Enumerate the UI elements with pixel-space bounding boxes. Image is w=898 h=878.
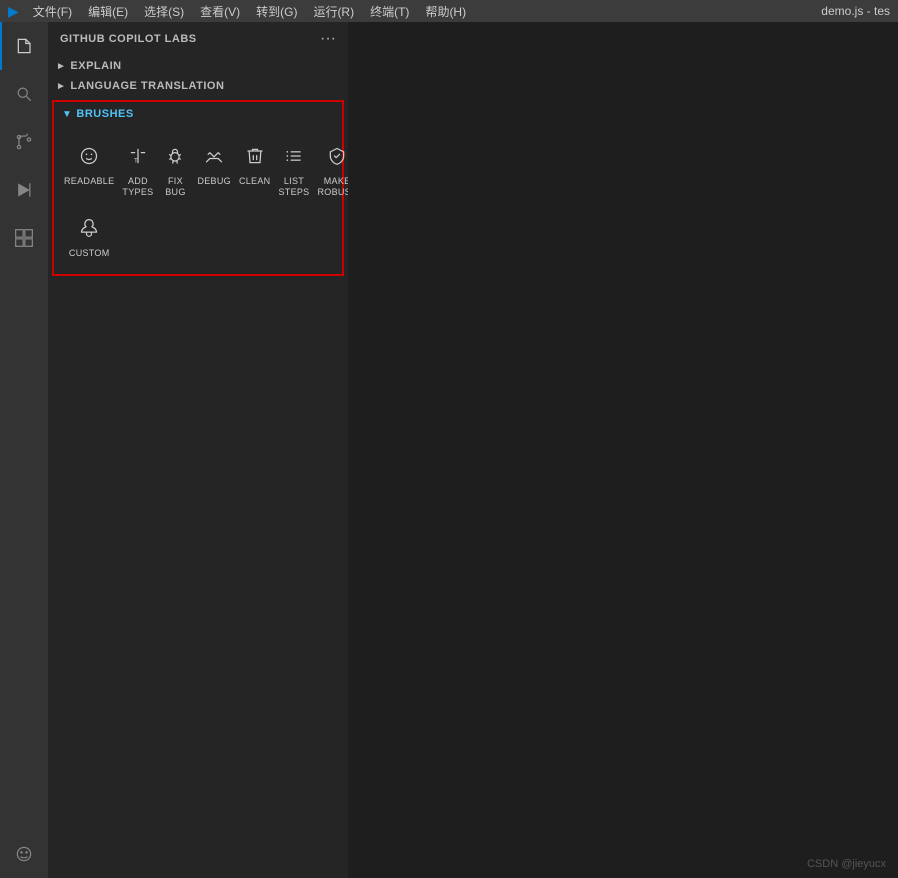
add-types-icon: T (124, 142, 152, 170)
activity-icon-copilot[interactable] (0, 830, 48, 878)
sidebar: GITHUB COPILOT LABS ··· ► EXPLAIN ► LANG… (48, 22, 348, 878)
fix-bug-label: FIX BUG (161, 176, 189, 198)
app-layout: GITHUB COPILOT LABS ··· ► EXPLAIN ► LANG… (0, 22, 898, 878)
activity-icon-search[interactable] (0, 70, 48, 118)
language-translation-section: ► LANGUAGE TRANSLATION (48, 76, 348, 96)
watermark: CSDN @jieyucx (807, 858, 886, 870)
titlebar-left: ▶ 文件(F) 编辑(E) 选择(S) 查看(V) 转到(G) 运行(R) 终端… (8, 3, 472, 20)
titlebar-menus: 文件(F) 编辑(E) 选择(S) 查看(V) 转到(G) 运行(R) 终端(T… (27, 3, 472, 20)
debug-label: DEBUG (197, 176, 231, 187)
menu-select[interactable]: 选择(S) (138, 3, 190, 20)
brushes-chevron-icon: ▼ (62, 109, 72, 120)
menu-terminal[interactable]: 终端(T) (364, 3, 415, 20)
activity-icon-run[interactable] (0, 166, 48, 214)
language-translation-chevron-icon: ► (56, 81, 66, 92)
brush-debug[interactable]: DEBUG (195, 138, 233, 202)
activity-icon-extensions[interactable] (0, 214, 48, 262)
activity-bar (0, 22, 48, 878)
main-content (348, 22, 898, 878)
language-translation-section-header[interactable]: ► LANGUAGE TRANSLATION (48, 76, 348, 96)
activity-icon-git[interactable] (0, 118, 48, 166)
menu-view[interactable]: 查看(V) (194, 3, 246, 20)
fix-bug-icon (161, 142, 189, 170)
readable-label: READABLE (64, 176, 114, 187)
list-steps-label: LIST STEPS (278, 176, 309, 198)
explain-section-header[interactable]: ► EXPLAIN (48, 56, 348, 76)
brush-add-types[interactable]: T ADD TYPES (120, 138, 155, 202)
custom-icon (75, 214, 103, 242)
explain-label: EXPLAIN (70, 60, 121, 72)
panel-header: GITHUB COPILOT LABS ··· (48, 22, 348, 56)
brush-fix-bug[interactable]: FIX BUG (159, 138, 191, 202)
explain-chevron-icon: ► (56, 61, 66, 72)
readable-icon (75, 142, 103, 170)
vscode-icon: ▶ (8, 3, 19, 20)
brushes-grid: READABLE T ADD TYPES FIX BUG (54, 126, 342, 274)
brush-list-steps[interactable]: LIST STEPS (276, 138, 311, 202)
brushes-section-header[interactable]: ▼ BRUSHES (54, 102, 342, 126)
brush-readable[interactable]: READABLE (62, 138, 116, 202)
menu-file[interactable]: 文件(F) (27, 3, 78, 20)
panel-title: GITHUB COPILOT LABS (60, 33, 197, 45)
brush-make-robust[interactable]: MAKE ROBUST (315, 138, 348, 202)
explain-section: ► EXPLAIN (48, 56, 348, 76)
list-steps-icon (280, 142, 308, 170)
menu-run[interactable]: 运行(R) (307, 3, 360, 20)
make-robust-icon (323, 142, 348, 170)
menu-goto[interactable]: 转到(G) (250, 3, 303, 20)
language-translation-label: LANGUAGE TRANSLATION (70, 80, 224, 92)
clean-label: CLEAN (239, 176, 271, 187)
make-robust-label: MAKE ROBUST (317, 176, 348, 198)
titlebar: ▶ 文件(F) 编辑(E) 选择(S) 查看(V) 转到(G) 运行(R) 终端… (0, 0, 898, 22)
menu-help[interactable]: 帮助(H) (419, 3, 472, 20)
brushes-label: BRUSHES (76, 108, 133, 120)
add-types-label: ADD TYPES (122, 176, 153, 198)
brush-clean[interactable]: CLEAN (237, 138, 273, 202)
brush-custom[interactable]: CUSTOM (62, 210, 116, 263)
panel-more-button[interactable]: ··· (320, 30, 336, 48)
titlebar-title: demo.js - tes (821, 4, 890, 18)
debug-icon (200, 142, 228, 170)
activity-icon-files[interactable] (0, 22, 48, 70)
brushes-section: ▼ BRUSHES READABLE T ADD TYPES (52, 100, 344, 276)
svg-text:T: T (134, 158, 138, 165)
clean-icon (241, 142, 269, 170)
menu-edit[interactable]: 编辑(E) (82, 3, 134, 20)
custom-label: CUSTOM (69, 248, 110, 259)
